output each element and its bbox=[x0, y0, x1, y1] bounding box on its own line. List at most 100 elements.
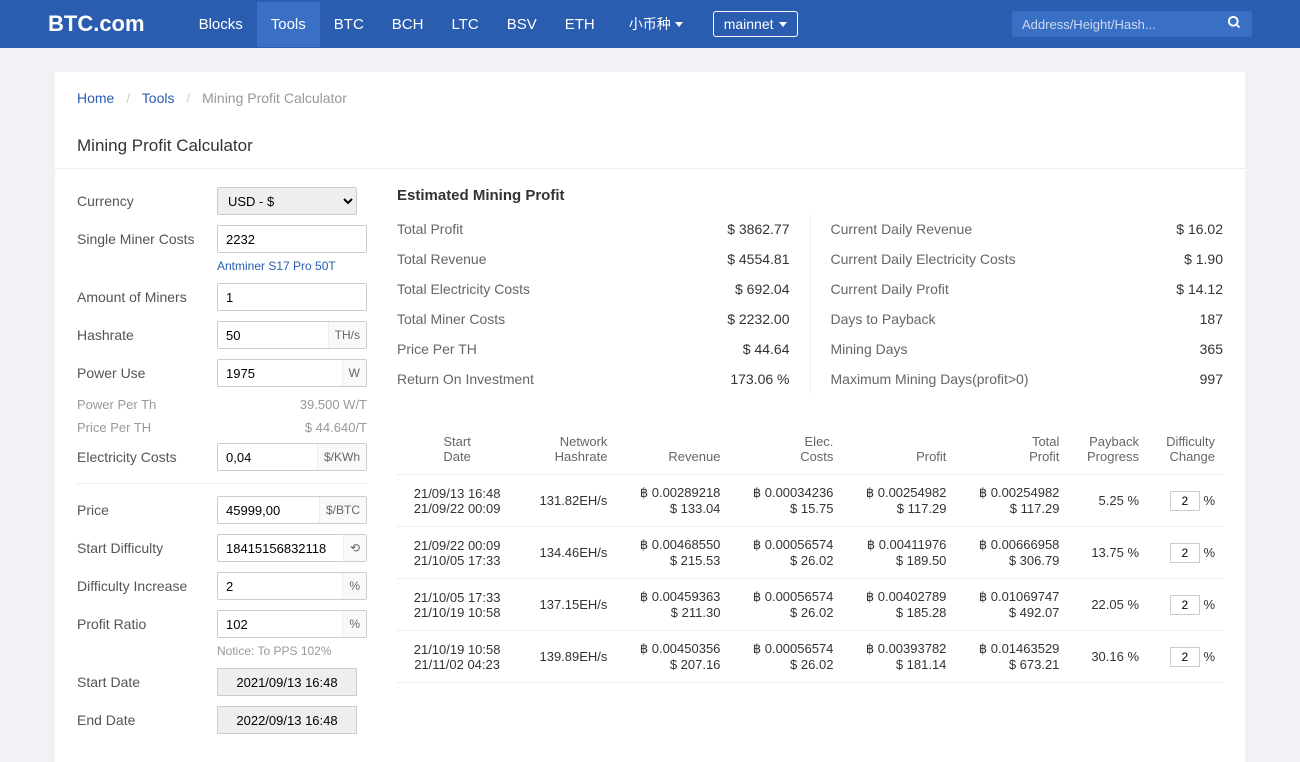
est-label: Total Revenue bbox=[397, 251, 487, 267]
est-label: Current Daily Revenue bbox=[831, 221, 973, 237]
notice: Notice: To PPS 102% bbox=[217, 644, 367, 658]
single-miner-input[interactable] bbox=[218, 226, 366, 252]
est-value: $ 2232.00 bbox=[727, 311, 789, 327]
miner-model-link[interactable]: Antminer S17 Pro 50T bbox=[217, 259, 367, 273]
chevron-down-icon bbox=[779, 22, 787, 27]
est-value: 187 bbox=[1200, 311, 1223, 327]
nav-bsv[interactable]: BSV bbox=[493, 2, 551, 47]
est-label: Total Miner Costs bbox=[397, 311, 505, 327]
breadcrumb-home[interactable]: Home bbox=[77, 90, 114, 106]
est-label: Return On Investment bbox=[397, 371, 534, 387]
elec-label: Electricity Costs bbox=[77, 449, 217, 465]
est-label: Current Daily Electricity Costs bbox=[831, 251, 1016, 267]
diff-inc-label: Difficulty Increase bbox=[77, 578, 217, 594]
start-date-input[interactable] bbox=[217, 668, 357, 696]
table-header: StartDate bbox=[397, 424, 517, 475]
table-header: Elec.Costs bbox=[728, 424, 841, 475]
est-label: Total Profit bbox=[397, 221, 463, 237]
est-label: Total Electricity Costs bbox=[397, 281, 530, 297]
table-header: DifficultyChange bbox=[1147, 424, 1223, 475]
hashrate-unit: TH/s bbox=[328, 322, 366, 348]
profit-ratio-label: Profit Ratio bbox=[77, 616, 217, 632]
table-row: 21/10/19 10:5821/11/02 04:23139.89EH/s฿ … bbox=[397, 631, 1223, 683]
price-per-th-value: $ 44.640/T bbox=[305, 420, 367, 435]
table-header: Revenue bbox=[615, 424, 728, 475]
diff-reset-icon[interactable]: ⟲ bbox=[343, 535, 366, 561]
table-row: 21/09/13 16:4821/09/22 00:09131.82EH/s฿ … bbox=[397, 475, 1223, 527]
search-icon[interactable] bbox=[1227, 15, 1242, 33]
amount-input[interactable] bbox=[218, 284, 366, 310]
table-header: NetworkHashrate bbox=[517, 424, 615, 475]
form-panel: Currency USD - $ Single Miner Costs Antm… bbox=[77, 187, 367, 744]
search-input[interactable] bbox=[1022, 17, 1227, 32]
diff-inc-input[interactable] bbox=[218, 573, 342, 599]
chevron-down-icon bbox=[675, 22, 683, 27]
est-value: $ 4554.81 bbox=[727, 251, 789, 267]
price-label: Price bbox=[77, 502, 217, 518]
container: Home / Tools / Mining Profit Calculator … bbox=[55, 72, 1245, 762]
profit-ratio-input[interactable] bbox=[218, 611, 342, 637]
nav-eth[interactable]: ETH bbox=[551, 2, 609, 47]
network-select[interactable]: mainnet bbox=[713, 11, 798, 37]
est-label: Current Daily Profit bbox=[831, 281, 949, 297]
nav-bch[interactable]: BCH bbox=[378, 2, 438, 47]
profit-ratio-unit: % bbox=[342, 611, 366, 637]
hashrate-input[interactable] bbox=[218, 322, 328, 348]
diff-inc-unit: % bbox=[342, 573, 366, 599]
end-date-input[interactable] bbox=[217, 706, 357, 734]
est-value: 173.06 % bbox=[730, 371, 789, 387]
table-row: 21/09/22 00:0921/10/05 17:33134.46EH/s฿ … bbox=[397, 527, 1223, 579]
elec-input[interactable] bbox=[218, 444, 317, 470]
diff-change-input[interactable] bbox=[1170, 647, 1200, 667]
breadcrumb-tools[interactable]: Tools bbox=[142, 90, 175, 106]
power-per-th-value: 39.500 W/T bbox=[300, 397, 367, 412]
table-header: Profit bbox=[841, 424, 954, 475]
search-wrap bbox=[1012, 11, 1252, 37]
est-value: $ 44.64 bbox=[743, 341, 790, 357]
est-value: $ 1.90 bbox=[1184, 251, 1223, 267]
estimate-title: Estimated Mining Profit bbox=[397, 187, 1223, 204]
table-header: TotalProfit bbox=[954, 424, 1067, 475]
table-row: 21/10/05 17:3321/10/19 10:58137.15EH/s฿ … bbox=[397, 579, 1223, 631]
nav-btc[interactable]: BTC bbox=[320, 2, 378, 47]
diff-change-input[interactable] bbox=[1170, 595, 1200, 615]
profit-table: StartDateNetworkHashrateRevenueElec.Cost… bbox=[397, 424, 1223, 683]
est-label: Price Per TH bbox=[397, 341, 477, 357]
currency-select[interactable]: USD - $ bbox=[217, 187, 357, 215]
amount-label: Amount of Miners bbox=[77, 289, 217, 305]
price-unit: $/BTC bbox=[319, 497, 366, 523]
altcoin-dropdown[interactable]: 小币种 bbox=[619, 0, 693, 48]
logo[interactable]: BTC.com bbox=[48, 11, 145, 37]
est-label: Days to Payback bbox=[831, 311, 936, 327]
nav-ltc[interactable]: LTC bbox=[437, 2, 492, 47]
power-per-th-label: Power Per Th bbox=[77, 397, 156, 412]
price-input[interactable] bbox=[218, 497, 319, 523]
diff-change-input[interactable] bbox=[1170, 491, 1200, 511]
est-value: 365 bbox=[1200, 341, 1223, 357]
single-miner-label: Single Miner Costs bbox=[77, 231, 217, 247]
est-value: $ 14.12 bbox=[1176, 281, 1223, 297]
price-per-th-label: Price Per TH bbox=[77, 420, 151, 435]
end-date-label: End Date bbox=[77, 712, 217, 728]
elec-unit: $/KWh bbox=[317, 444, 366, 470]
currency-label: Currency bbox=[77, 193, 217, 209]
diff-change-input[interactable] bbox=[1170, 543, 1200, 563]
power-unit: W bbox=[342, 360, 366, 386]
nav-items: BlocksToolsBTCBCHLTCBSVETH 小币种 mainnet bbox=[185, 0, 1012, 48]
hashrate-label: Hashrate bbox=[77, 327, 217, 343]
nav-blocks[interactable]: Blocks bbox=[185, 2, 257, 47]
start-date-label: Start Date bbox=[77, 674, 217, 690]
est-label: Maximum Mining Days(profit>0) bbox=[831, 371, 1029, 387]
start-diff-label: Start Difficulty bbox=[77, 540, 217, 556]
page-title: Mining Profit Calculator bbox=[55, 124, 1245, 169]
breadcrumb: Home / Tools / Mining Profit Calculator bbox=[55, 72, 1245, 124]
est-value: $ 3862.77 bbox=[727, 221, 789, 237]
table-header: PaybackProgress bbox=[1067, 424, 1147, 475]
est-label: Mining Days bbox=[831, 341, 908, 357]
navbar: BTC.com BlocksToolsBTCBCHLTCBSVETH 小币种 m… bbox=[0, 0, 1300, 48]
start-diff-input[interactable] bbox=[218, 535, 343, 561]
power-input[interactable] bbox=[218, 360, 342, 386]
nav-tools[interactable]: Tools bbox=[257, 2, 320, 47]
results-panel: Estimated Mining Profit Total Profit $ 38… bbox=[397, 187, 1223, 744]
power-label: Power Use bbox=[77, 365, 217, 381]
